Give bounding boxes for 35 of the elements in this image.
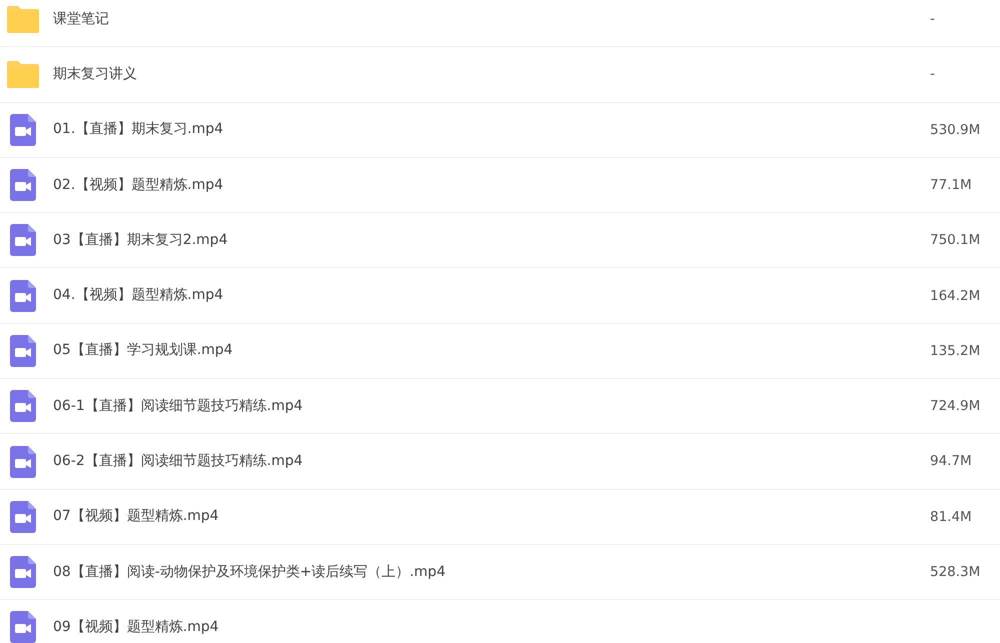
file-name[interactable]: 01.【直播】期末复习.mp4 (53, 119, 930, 140)
file-size: 77.1M (930, 176, 973, 195)
video-file-icon (10, 114, 36, 146)
file-size: 135.2M (930, 342, 982, 361)
file-name[interactable]: 09【视频】题型精炼.mp4 (53, 616, 930, 638)
folder-icon (7, 60, 39, 88)
file-size: 750.1M (930, 231, 982, 250)
file-size: 528.3M (930, 562, 982, 582)
file-size: - (930, 10, 936, 30)
file-name[interactable]: 06-2【直播】阅读细节题技巧精练.mp4 (53, 451, 930, 472)
file-name[interactable]: 02.【视频】题型精炼.mp4 (53, 174, 930, 196)
video-file-icon (10, 390, 36, 422)
file-name[interactable]: 04.【视频】题型精炼.mp4 (53, 285, 930, 306)
file-size: 94.7M (930, 452, 973, 472)
file-size: 530.9M (930, 120, 982, 140)
file-name[interactable]: 期末复习讲义 (53, 64, 930, 85)
file-name[interactable]: 05【直播】学习规划课.mp4 (53, 340, 930, 362)
folder-icon (7, 6, 39, 33)
file-name[interactable]: 课堂笔记 (53, 8, 930, 30)
video-file-icon (10, 169, 36, 202)
video-file-icon (10, 556, 36, 588)
file-name[interactable]: 07【视频】题型精炼.mp4 (53, 506, 930, 528)
file-size: 81.4M (930, 508, 973, 527)
video-file-icon (10, 500, 36, 533)
file-name[interactable]: 06-1【直播】阅读细节题技巧精练.mp4 (53, 396, 930, 417)
video-file-icon (10, 334, 36, 367)
video-file-icon (10, 224, 36, 256)
file-size: - (930, 65, 936, 84)
video-file-icon (10, 280, 36, 312)
file-size: 724.9M (930, 397, 982, 416)
file-name[interactable]: 03【直播】期末复习2.mp4 (53, 230, 930, 251)
file-name[interactable]: 08【直播】阅读-动物保护及环境保护类+读后续写（上）.mp4 (53, 562, 930, 583)
video-file-icon (10, 446, 36, 478)
file-size: 164.2M (930, 286, 982, 306)
video-file-icon (10, 611, 36, 643)
